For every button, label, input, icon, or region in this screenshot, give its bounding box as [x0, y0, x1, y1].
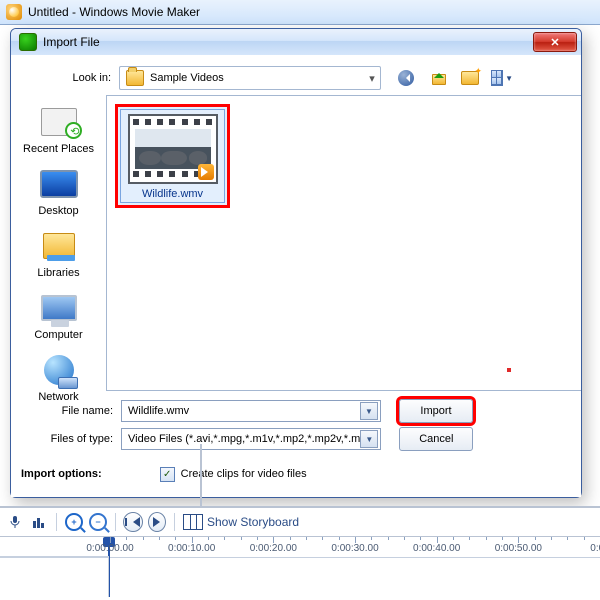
lookin-value: Sample Videos	[150, 72, 364, 84]
filename-label: File name:	[21, 405, 121, 417]
separator	[56, 513, 57, 531]
desktop-icon	[40, 170, 78, 198]
import-icon	[19, 33, 37, 51]
places-label: Computer	[34, 329, 82, 341]
new-folder-button[interactable]	[459, 68, 481, 88]
ruler-tick-label: 0:00:30.00	[331, 543, 378, 554]
recent-places-icon	[41, 108, 77, 136]
dialog-titlebar[interactable]: Import File ✕	[11, 29, 581, 55]
file-item-selected[interactable]: Wildlife.wmv	[120, 109, 225, 203]
ruler-tick-label: 0:00:40.00	[413, 543, 460, 554]
chevron-down-icon[interactable]: ▼	[360, 430, 378, 448]
filename-combobox[interactable]: Wildlife.wmv ▼	[121, 400, 381, 422]
filename-value: Wildlife.wmv	[128, 405, 360, 417]
places-bar: Recent Places Desktop Libraries Computer	[11, 95, 106, 391]
video-thumbnail	[128, 114, 218, 184]
ruler-tick-label: 0:00:00.00	[86, 543, 133, 554]
play-button[interactable]	[148, 513, 166, 531]
views-button[interactable]: ▼	[491, 68, 513, 88]
track-header-area	[0, 556, 109, 597]
narrate-timeline-button[interactable]	[6, 513, 24, 531]
timeline-toolbar: + − Show Storyboard	[0, 508, 600, 537]
file-list-pane[interactable]: Wildlife.wmv	[106, 95, 581, 391]
places-network[interactable]: Network	[17, 353, 101, 403]
play-overlay-icon	[198, 164, 214, 180]
timeline-ruler[interactable]: 0:00:00.00 0:00:10.00 0:00:20.00 0:00:30.00…	[0, 537, 600, 558]
zoom-in-button[interactable]: +	[65, 513, 83, 531]
panel-divider	[200, 444, 202, 508]
cancel-button-label: Cancel	[419, 433, 453, 445]
lookin-combobox[interactable]: Sample Videos ▾	[119, 66, 381, 90]
rewind-button[interactable]	[124, 513, 142, 531]
ruler-tick-label: 0:00:50.00	[495, 543, 542, 554]
ruler-tick-label: 0:00:20.00	[250, 543, 297, 554]
app-title-text: Untitled - Windows Movie Maker	[28, 5, 200, 19]
back-icon	[398, 70, 414, 86]
ruler-tick-label: 0:01	[590, 543, 600, 554]
show-storyboard-button[interactable]: Show Storyboard	[183, 513, 299, 531]
up-icon	[431, 71, 445, 85]
places-computer[interactable]: Computer	[17, 291, 101, 341]
chevron-down-icon[interactable]: ▼	[360, 402, 378, 420]
computer-icon	[41, 295, 77, 321]
import-file-dialog: Import File ✕ Look in: Sample Videos ▾ ▼	[10, 28, 582, 498]
separator	[115, 513, 116, 531]
play-icon	[148, 512, 166, 532]
separator	[174, 513, 175, 531]
places-label: Recent Places	[23, 143, 94, 155]
import-button[interactable]: Import	[399, 399, 473, 423]
create-clips-checkbox[interactable]: ✓	[160, 467, 175, 482]
app-icon	[6, 4, 22, 20]
filetype-label: Files of type:	[21, 433, 121, 445]
zoom-in-icon: +	[65, 513, 83, 531]
ruler-tick-label: 0:00:10.00	[168, 543, 215, 554]
new-folder-icon	[461, 71, 479, 85]
lookin-label: Look in:	[19, 72, 119, 84]
zoom-out-button[interactable]: −	[89, 513, 107, 531]
app-titlebar: Untitled - Windows Movie Maker	[0, 0, 600, 25]
places-desktop[interactable]: Desktop	[17, 167, 101, 217]
annotation-dot	[507, 368, 511, 372]
show-storyboard-label: Show Storyboard	[207, 515, 299, 529]
libraries-icon	[43, 233, 75, 259]
views-icon	[491, 70, 503, 86]
dialog-title-text: Import File	[43, 35, 533, 49]
places-label: Network	[38, 391, 78, 403]
cancel-button[interactable]: Cancel	[399, 427, 473, 451]
filetype-value: Video Files (*.avi,*.mpg,*.m1v,*.mp2,*.m…	[128, 433, 360, 445]
places-label: Desktop	[38, 205, 78, 217]
network-icon	[44, 355, 74, 385]
zoom-out-icon: −	[89, 513, 107, 531]
audio-levels-button[interactable]	[30, 513, 48, 531]
places-recent[interactable]: Recent Places	[17, 105, 101, 155]
microphone-icon	[8, 515, 22, 529]
chevron-down-icon[interactable]: ▼	[505, 74, 513, 83]
timeline-panel: + − Show Storyboard 0:00:00.00 0:00:10.00…	[0, 506, 600, 600]
file-item-label: Wildlife.wmv	[125, 188, 220, 200]
up-one-level-button[interactable]	[427, 68, 449, 88]
filetype-combobox[interactable]: Video Files (*.avi,*.mpg,*.m1v,*.mp2,*.m…	[121, 428, 381, 450]
import-button-label: Import	[420, 405, 451, 417]
import-options-label: Import options:	[21, 468, 102, 480]
back-button[interactable]	[395, 68, 417, 88]
places-libraries[interactable]: Libraries	[17, 229, 101, 279]
folder-icon	[126, 70, 144, 86]
places-label: Libraries	[37, 267, 79, 279]
rewind-icon	[123, 512, 143, 532]
close-button[interactable]: ✕	[533, 32, 577, 52]
storyboard-icon	[183, 514, 203, 530]
chevron-down-icon[interactable]: ▾	[364, 72, 380, 85]
highlight-annotation: Wildlife.wmv	[115, 104, 230, 208]
audio-levels-icon	[32, 515, 46, 529]
